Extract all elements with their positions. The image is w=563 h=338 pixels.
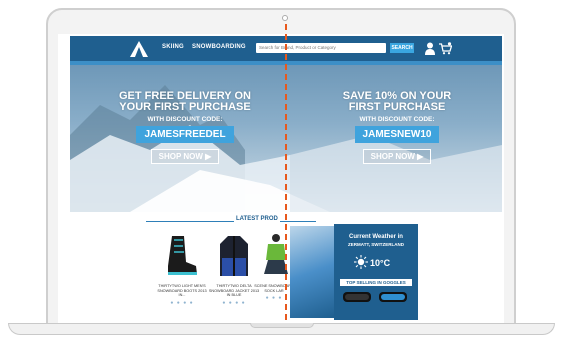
product-name: SCENE SNOWBOARD SOCK LAR bbox=[254, 284, 294, 293]
nav-snowboarding[interactable]: SNOWBOARDING bbox=[192, 44, 246, 50]
rating-dots: ● ● ● ● bbox=[170, 299, 194, 306]
product-image bbox=[156, 232, 208, 280]
rating-dots: ● ● ● ● bbox=[222, 299, 246, 306]
product-name: THIRTYTWO DELTA SNOWBOARD JACKET 2013 IN… bbox=[208, 284, 260, 297]
promo-title-line2: FIRST PURCHASE bbox=[348, 101, 446, 113]
weather-heading: Current Weather in bbox=[349, 234, 403, 240]
promo-title-line2: YOUR FIRST PURCHASE bbox=[119, 101, 251, 113]
screen: SKIING SNOWBOARDING SEARCH bbox=[58, 34, 504, 324]
snowboarder-icon bbox=[264, 234, 288, 274]
promo-free-delivery: GET FREE DELIVERY ON YOUR FIRST PURCHASE… bbox=[110, 91, 260, 164]
webcam-icon bbox=[282, 15, 288, 21]
laptop-frame: SKIING SNOWBOARDING SEARCH bbox=[0, 0, 563, 338]
snowboard-boot-icon bbox=[168, 236, 197, 275]
mountain-logo-icon[interactable] bbox=[130, 41, 148, 57]
search-button[interactable]: SEARCH bbox=[390, 43, 414, 53]
promo-image-strip[interactable] bbox=[290, 226, 334, 318]
product-card[interactable]: SCENE SNOWBOARD SOCK LAR ● ● ● bbox=[254, 232, 294, 301]
nav-skiing[interactable]: SKIING bbox=[162, 44, 184, 50]
search-input[interactable] bbox=[256, 43, 386, 53]
latest-products-heading: LATEST PROD bbox=[146, 216, 316, 226]
promo-save-10: SAVE 10% ON YOUR FIRST PURCHASE WITH DIS… bbox=[332, 91, 462, 164]
discount-code: JAMESFREEDEL bbox=[136, 126, 234, 143]
rating-dots: ● ● ● bbox=[265, 295, 283, 301]
promo-subtitle: WITH DISCOUNT CODE: bbox=[147, 116, 223, 123]
shop-now-button[interactable]: SHOP NOW ▶ bbox=[362, 149, 432, 164]
weather-title: Current Weather in ZERMATT, SWITZERLAND bbox=[334, 234, 418, 248]
temperature: 10°C bbox=[370, 258, 391, 268]
product-image bbox=[208, 232, 260, 280]
cart-icon[interactable] bbox=[439, 42, 452, 55]
product-name: THIRTYTWO LIGHT MEN'S SNOWBOARD BOOTS 20… bbox=[157, 284, 207, 297]
laptop-notch bbox=[250, 323, 314, 328]
discount-code: JAMESNEW10 bbox=[354, 126, 440, 143]
sun-icon bbox=[354, 255, 368, 269]
top-selling-goggles-label: TOP SELLING IN GOGGLES bbox=[340, 279, 412, 286]
shop-now-button[interactable]: SHOP NOW ▶ bbox=[150, 149, 220, 164]
latest-products-label: LATEST PROD bbox=[234, 216, 280, 222]
snowboard-jacket-icon bbox=[220, 236, 248, 276]
goggle-icon[interactable] bbox=[378, 290, 408, 304]
product-card[interactable]: THIRTYTWO LIGHT MEN'S SNOWBOARD BOOTS 20… bbox=[156, 232, 208, 306]
product-image bbox=[254, 232, 294, 280]
heading-rule bbox=[146, 221, 316, 222]
weather-location: ZERMATT, SWITZERLAND bbox=[348, 242, 404, 247]
promo-subtitle: WITH DISCOUNT CODE: bbox=[359, 116, 435, 123]
weather-widget: Current Weather in ZERMATT, SWITZERLAND … bbox=[334, 224, 418, 320]
split-divider-line bbox=[285, 24, 287, 320]
product-card[interactable]: THIRTYTWO DELTA SNOWBOARD JACKET 2013 IN… bbox=[208, 232, 260, 306]
user-icon[interactable] bbox=[425, 42, 435, 55]
goggle-icon[interactable] bbox=[342, 290, 372, 304]
